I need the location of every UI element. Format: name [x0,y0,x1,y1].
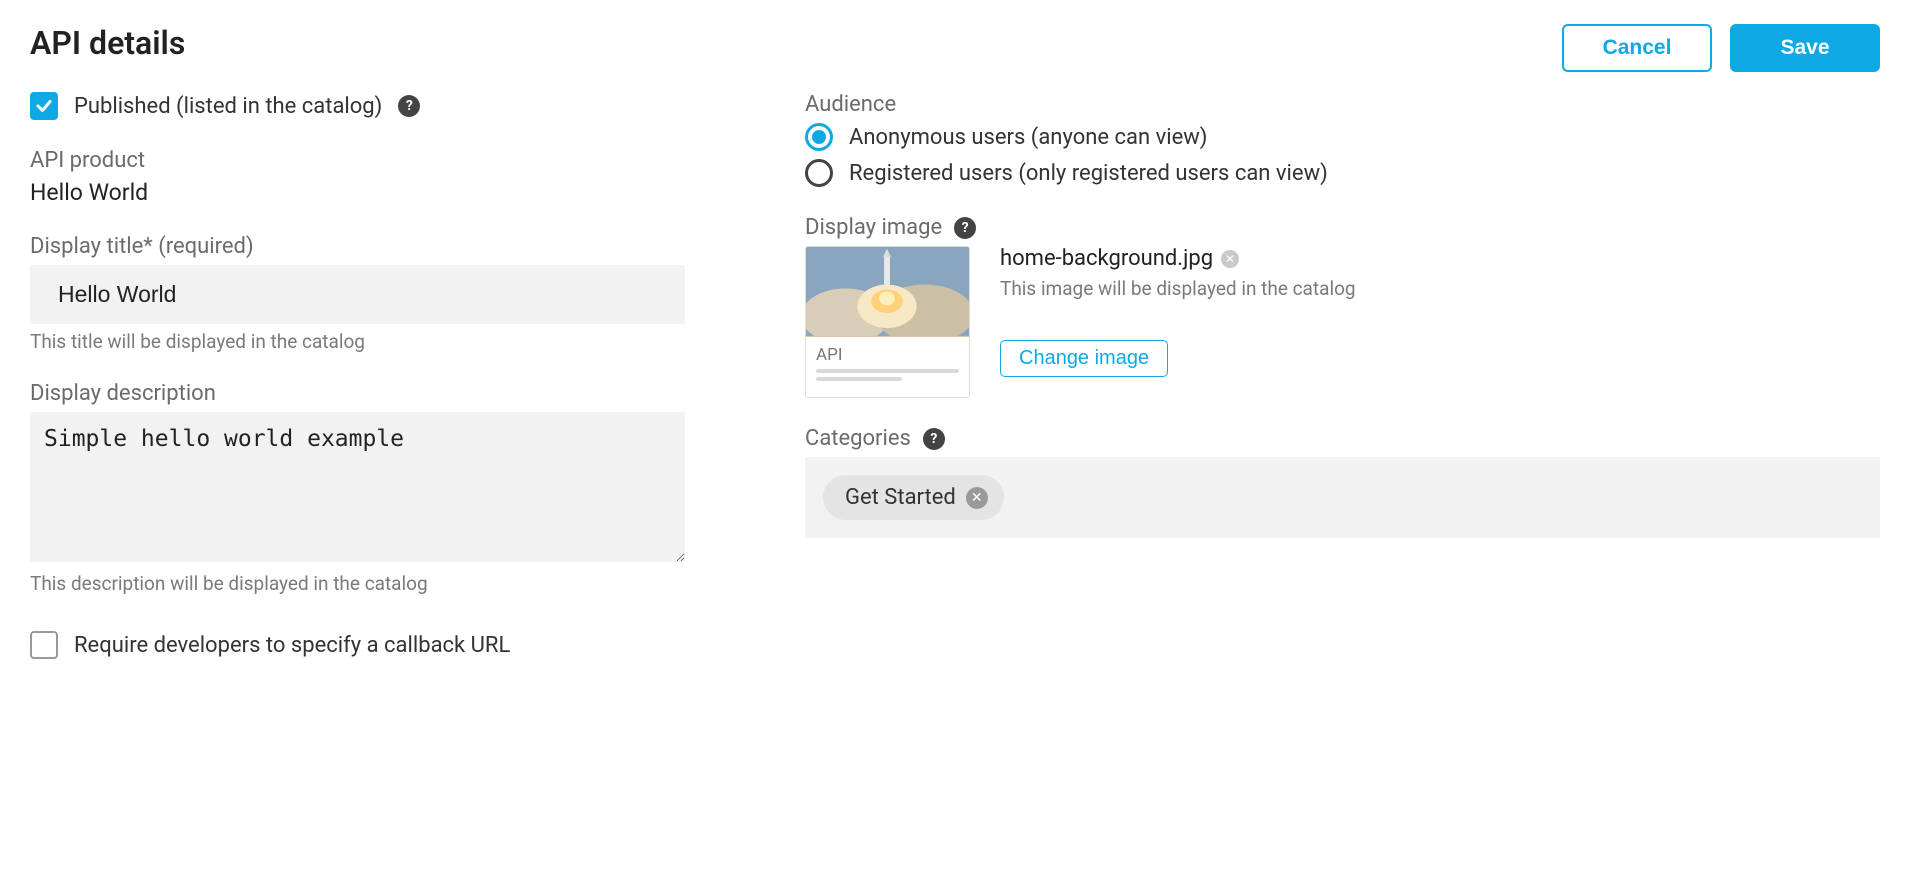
audience-anonymous-radio[interactable] [805,123,833,151]
remove-image-icon[interactable]: ✕ [1221,250,1239,268]
audience-registered-radio[interactable] [805,159,833,187]
check-icon [35,97,53,115]
published-checkbox[interactable] [30,92,58,120]
page-title: API details [30,24,185,62]
audience-label: Audience [805,92,1880,117]
display-title-input[interactable] [30,265,685,324]
header-actions: Cancel Save [1562,24,1880,72]
api-product-label: API product [30,148,685,173]
audience-anonymous-label: Anonymous users (anyone can view) [849,125,1207,150]
help-icon[interactable]: ? [923,428,945,450]
callback-checkbox[interactable] [30,631,58,659]
save-button[interactable]: Save [1730,24,1880,72]
categories-label: Categories ? [805,426,1880,451]
image-card-label: API [816,345,959,365]
help-icon[interactable]: ? [398,95,420,117]
api-product-value: Hello World [30,179,685,206]
categories-input[interactable]: Get Started ✕ [805,457,1880,538]
display-description-input[interactable] [30,412,685,562]
image-hint: This image will be displayed in the cata… [1000,277,1880,300]
cancel-button[interactable]: Cancel [1562,24,1712,72]
callback-label: Require developers to specify a callback… [74,633,510,658]
category-chip: Get Started ✕ [823,475,1004,520]
display-title-helper: This title will be displayed in the cata… [30,330,685,353]
published-label: Published (listed in the catalog) [74,94,382,119]
category-chip-label: Get Started [845,485,956,510]
placeholder-bar [816,369,959,373]
remove-chip-icon[interactable]: ✕ [966,487,988,509]
display-description-helper: This description will be displayed in th… [30,572,685,595]
image-preview-card: API [805,246,970,398]
display-image-label: Display image ? [805,215,1880,240]
categories-label-text: Categories [805,426,911,451]
image-filename: home-background.jpg [1000,246,1213,271]
help-icon[interactable]: ? [954,217,976,239]
display-description-label: Display description [30,381,685,406]
image-thumbnail [806,247,969,337]
display-image-label-text: Display image [805,215,942,240]
change-image-button[interactable]: Change image [1000,340,1168,377]
rocket-launch-icon [806,247,969,336]
placeholder-bar [816,377,902,381]
display-title-label: Display title* (required) [30,234,685,259]
audience-registered-label: Registered users (only registered users … [849,161,1328,186]
